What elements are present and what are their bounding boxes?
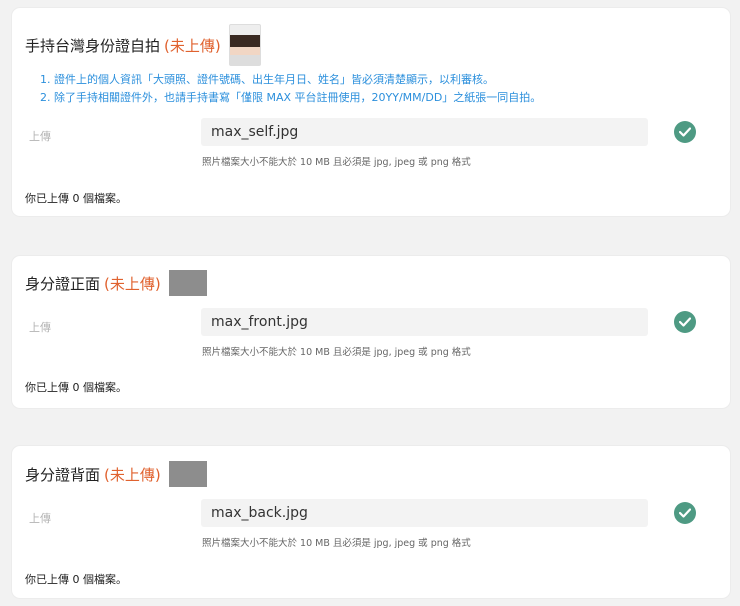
id-front-thumbnail[interactable] [168,270,207,296]
section-header: 身分證背面 (未上傳) [25,461,207,487]
section-title: 手持台灣身份證自拍 [25,36,161,55]
upload-status: (未上傳) [164,36,221,55]
upload-status: (未上傳) [104,274,161,293]
size-hint: 照片檔案大小不能大於 10 MB 且必須是 jpg, jpeg 或 png 格式 [202,157,471,168]
file-input[interactable]: max_self.jpg [201,118,648,146]
upload-label: 上傳 [29,512,51,525]
selfie-thumbnail[interactable] [228,24,261,66]
size-hint: 照片檔案大小不能大於 10 MB 且必須是 jpg, jpeg 或 png 格式 [202,347,471,358]
check-icon [674,311,696,333]
upload-count: 你已上傳 0 個檔案。 [25,192,127,205]
size-hint: 照片檔案大小不能大於 10 MB 且必須是 jpg, jpeg 或 png 格式 [202,538,471,549]
id-front-upload-card: 身分證正面 (未上傳) 上傳 max_front.jpg 照片檔案大小不能大於 … [12,256,730,408]
upload-count: 你已上傳 0 個檔案。 [25,381,127,394]
file-name: max_self.jpg [211,124,299,140]
section-header: 手持台灣身份證自拍 (未上傳) [25,24,261,66]
file-name: max_front.jpg [211,314,308,330]
instruction-item: 1. 證件上的個人資訊「大頭照、證件號碼、出生年月日、姓名」皆必須清楚顯示，以利… [40,73,494,86]
section-title: 身分證正面 [25,274,101,293]
upload-label: 上傳 [29,130,51,143]
check-icon [674,121,696,143]
instruction-list: 1. 證件上的個人資訊「大頭照、證件號碼、出生年月日、姓名」皆必須清楚顯示，以利… [40,71,541,107]
file-input[interactable]: max_back.jpg [201,499,648,527]
instruction-item: 2. 除了手持相關證件外，也請手持書寫「僅限 MAX 平台註冊使用，20YY/M… [40,91,542,104]
selfie-upload-card: 手持台灣身份證自拍 (未上傳) 1. 證件上的個人資訊「大頭照、證件號碼、出生年… [12,8,730,216]
section-title: 身分證背面 [25,465,101,484]
section-header: 身分證正面 (未上傳) [25,270,207,296]
id-back-upload-card: 身分證背面 (未上傳) 上傳 max_back.jpg 照片檔案大小不能大於 1… [12,446,730,598]
file-input[interactable]: max_front.jpg [201,308,648,336]
upload-status: (未上傳) [104,465,161,484]
file-name: max_back.jpg [211,505,308,521]
check-icon [674,502,696,524]
id-back-thumbnail[interactable] [168,461,207,487]
upload-count: 你已上傳 0 個檔案。 [25,573,127,586]
upload-label: 上傳 [29,321,51,334]
